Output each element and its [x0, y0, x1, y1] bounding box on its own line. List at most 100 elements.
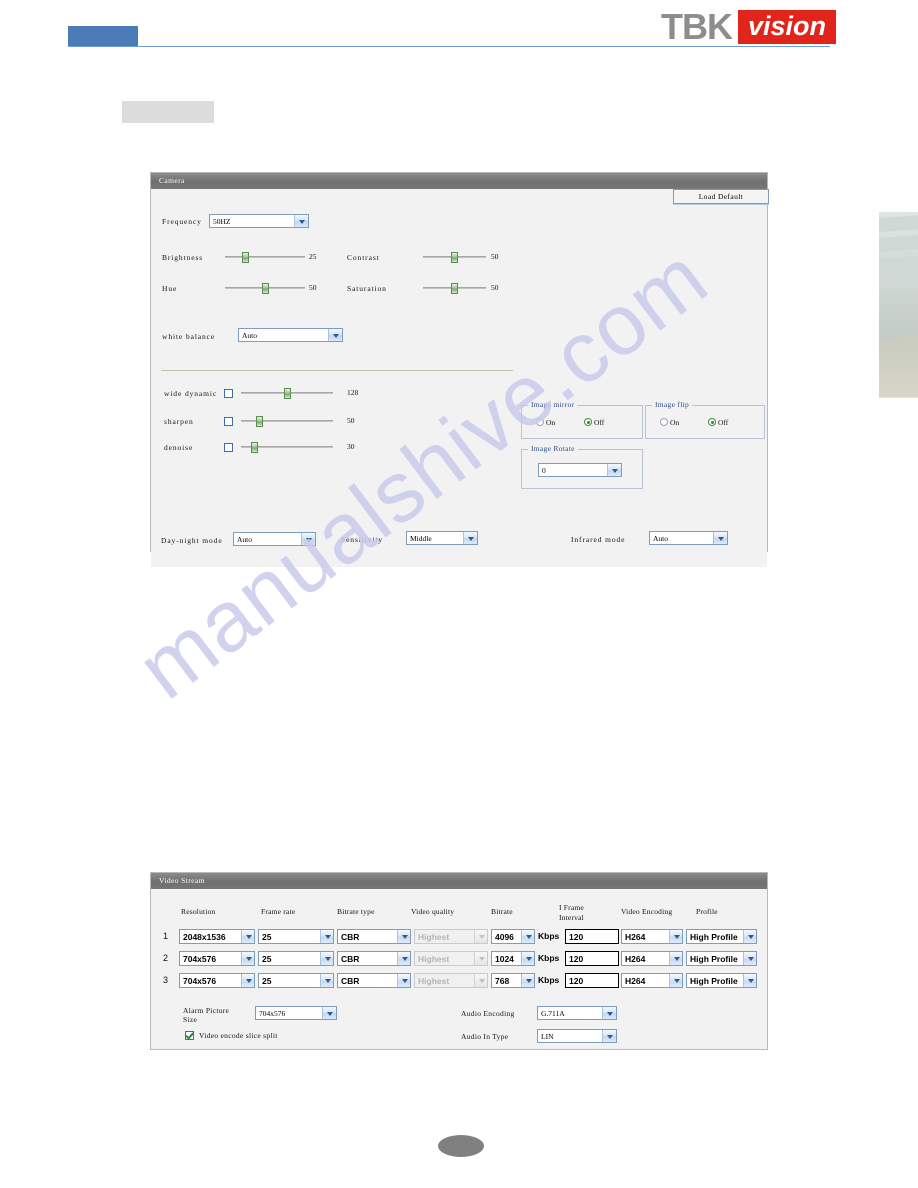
video-quality-value: Highest — [418, 976, 450, 986]
infrared-mode-label: Infrared mode — [571, 535, 626, 544]
load-default-button[interactable]: Load Default — [673, 189, 769, 204]
brand-logo-vision: vision — [737, 10, 836, 44]
video-quality-value: Highest — [418, 954, 450, 964]
video-quality-select-1[interactable]: Highest — [414, 929, 488, 944]
image-mirror-group: Image mirror On Off — [521, 400, 643, 439]
chevron-down-icon — [674, 935, 680, 939]
image-mirror-on-label: On — [546, 418, 556, 427]
bitrate-select-3[interactable]: 768 — [491, 973, 535, 988]
resolution-select-1[interactable]: 2048x1536 — [179, 929, 255, 944]
stream-row-index: 2 — [163, 953, 169, 963]
image-mirror-off-radio[interactable]: Off — [584, 418, 604, 427]
audio-in-type-select[interactable]: LIN — [537, 1029, 617, 1043]
header-resolution: Resolution — [181, 907, 216, 916]
profile-select-2[interactable]: High Profile — [686, 951, 757, 966]
saturation-slider[interactable] — [423, 283, 486, 294]
camera-settings-panel: Camera Frequency 50HZ Brightness 25 Cont… — [150, 172, 918, 567]
chevron-down-icon — [748, 957, 754, 961]
frequency-select[interactable]: 50HZ — [209, 214, 309, 228]
frame-rate-value: 25 — [262, 976, 272, 986]
bitrate-select-2[interactable]: 1024 — [491, 951, 535, 966]
wide-dynamic-slider[interactable] — [241, 388, 333, 399]
iframe-interval-input-1[interactable]: 120 — [565, 929, 619, 944]
chevron-down-icon — [325, 957, 331, 961]
image-flip-off-radio[interactable]: Off — [708, 418, 728, 427]
bitrate-type-select-2[interactable]: CBR — [337, 951, 411, 966]
video-stream-panel: Video Stream Resolution Frame rate Bitra… — [150, 872, 768, 1050]
stream-row-2: 2 704x576 25 CBR Highest 1024 Kbps 120 H… — [151, 949, 767, 969]
header-bitrate: Bitrate — [491, 907, 513, 916]
infrared-mode-select[interactable]: Auto — [649, 531, 728, 545]
alarm-picture-size-select[interactable]: 704x576 — [255, 1006, 337, 1020]
slice-split-checkbox[interactable] — [185, 1031, 194, 1040]
video-encoding-select-2[interactable]: H264 — [621, 951, 683, 966]
frequency-value: 50HZ — [213, 217, 231, 226]
video-quality-value: Highest — [418, 932, 450, 942]
profile-select-3[interactable]: High Profile — [686, 973, 757, 988]
audio-encoding-select[interactable]: G.711A — [537, 1006, 617, 1020]
video-quality-select-2[interactable]: Highest — [414, 951, 488, 966]
sharpen-slider[interactable] — [241, 416, 333, 427]
image-mirror-legend: Image mirror — [528, 400, 578, 409]
hue-slider[interactable] — [225, 283, 305, 294]
white-balance-value: Auto — [242, 331, 257, 340]
chevron-down-icon — [748, 979, 754, 983]
video-encoding-select-3[interactable]: H264 — [621, 973, 683, 988]
slider-thumb[interactable] — [251, 442, 259, 453]
slider-track — [225, 256, 305, 258]
slider-thumb[interactable] — [261, 283, 269, 294]
resolution-select-3[interactable]: 704x576 — [179, 973, 255, 988]
radio-dot-icon — [536, 418, 544, 426]
iframe-interval-input-2[interactable]: 120 — [565, 951, 619, 966]
image-mirror-on-radio[interactable]: On — [536, 418, 555, 427]
bitrate-select-1[interactable]: 4096 — [491, 929, 535, 944]
brightness-slider[interactable] — [225, 252, 305, 263]
profile-select-1[interactable]: High Profile — [686, 929, 757, 944]
stream-row-index: 3 — [163, 975, 169, 985]
bitrate-value: 4096 — [495, 932, 514, 942]
image-rotate-group: Image Rotate 0 — [521, 444, 643, 489]
resolution-value: 704x576 — [183, 976, 217, 986]
sensitivity-label: Sensitivity — [341, 535, 383, 544]
video-encoding-value: H264 — [625, 976, 646, 986]
image-flip-on-radio[interactable]: On — [660, 418, 679, 427]
resolution-select-2[interactable]: 704x576 — [179, 951, 255, 966]
slider-thumb[interactable] — [241, 252, 249, 263]
header-iframe-line1: I Frame — [559, 903, 584, 912]
slider-thumb[interactable] — [255, 416, 263, 427]
day-night-mode-select[interactable]: Auto — [233, 532, 316, 546]
frame-rate-select-2[interactable]: 25 — [258, 951, 334, 966]
denoise-slider[interactable] — [241, 442, 333, 453]
sensitivity-select[interactable]: Middle — [406, 531, 478, 545]
slider-thumb[interactable] — [451, 252, 458, 263]
camera-right-column: Load Default Image mirror On Off Image f… — [515, 189, 918, 519]
day-night-mode-value: Auto — [237, 535, 252, 544]
frequency-label: Frequency — [162, 217, 202, 226]
iframe-interval-input-3[interactable]: 120 — [565, 973, 619, 988]
frame-rate-value: 25 — [262, 932, 272, 942]
frame-rate-select-3[interactable]: 25 — [258, 973, 334, 988]
video-encoding-select-1[interactable]: H264 — [621, 929, 683, 944]
video-quality-select-3[interactable]: Highest — [414, 973, 488, 988]
sharpen-checkbox[interactable] — [224, 417, 233, 426]
brightness-value: 25 — [309, 252, 317, 261]
bitrate-unit-3: Kbps — [538, 975, 560, 985]
hue-label: Hue — [162, 284, 178, 293]
denoise-checkbox[interactable] — [224, 443, 233, 452]
white-balance-select[interactable]: Auto — [238, 328, 343, 342]
wide-dynamic-checkbox[interactable] — [224, 389, 233, 398]
slider-thumb[interactable] — [283, 388, 291, 399]
bitrate-type-select-1[interactable]: CBR — [337, 929, 411, 944]
sharpen-label: sharpen — [164, 417, 194, 426]
contrast-slider[interactable] — [423, 252, 486, 263]
slider-thumb[interactable] — [451, 283, 458, 294]
chevron-down-icon — [674, 979, 680, 983]
image-rotate-select[interactable]: 0 — [538, 463, 622, 477]
denoise-label: denoise — [164, 443, 194, 452]
saturation-value: 50 — [491, 283, 499, 292]
iframe-interval-value: 120 — [569, 976, 584, 986]
frame-rate-select-1[interactable]: 25 — [258, 929, 334, 944]
chevron-down-icon — [299, 220, 305, 224]
bitrate-value: 768 — [495, 976, 510, 986]
bitrate-type-select-3[interactable]: CBR — [337, 973, 411, 988]
